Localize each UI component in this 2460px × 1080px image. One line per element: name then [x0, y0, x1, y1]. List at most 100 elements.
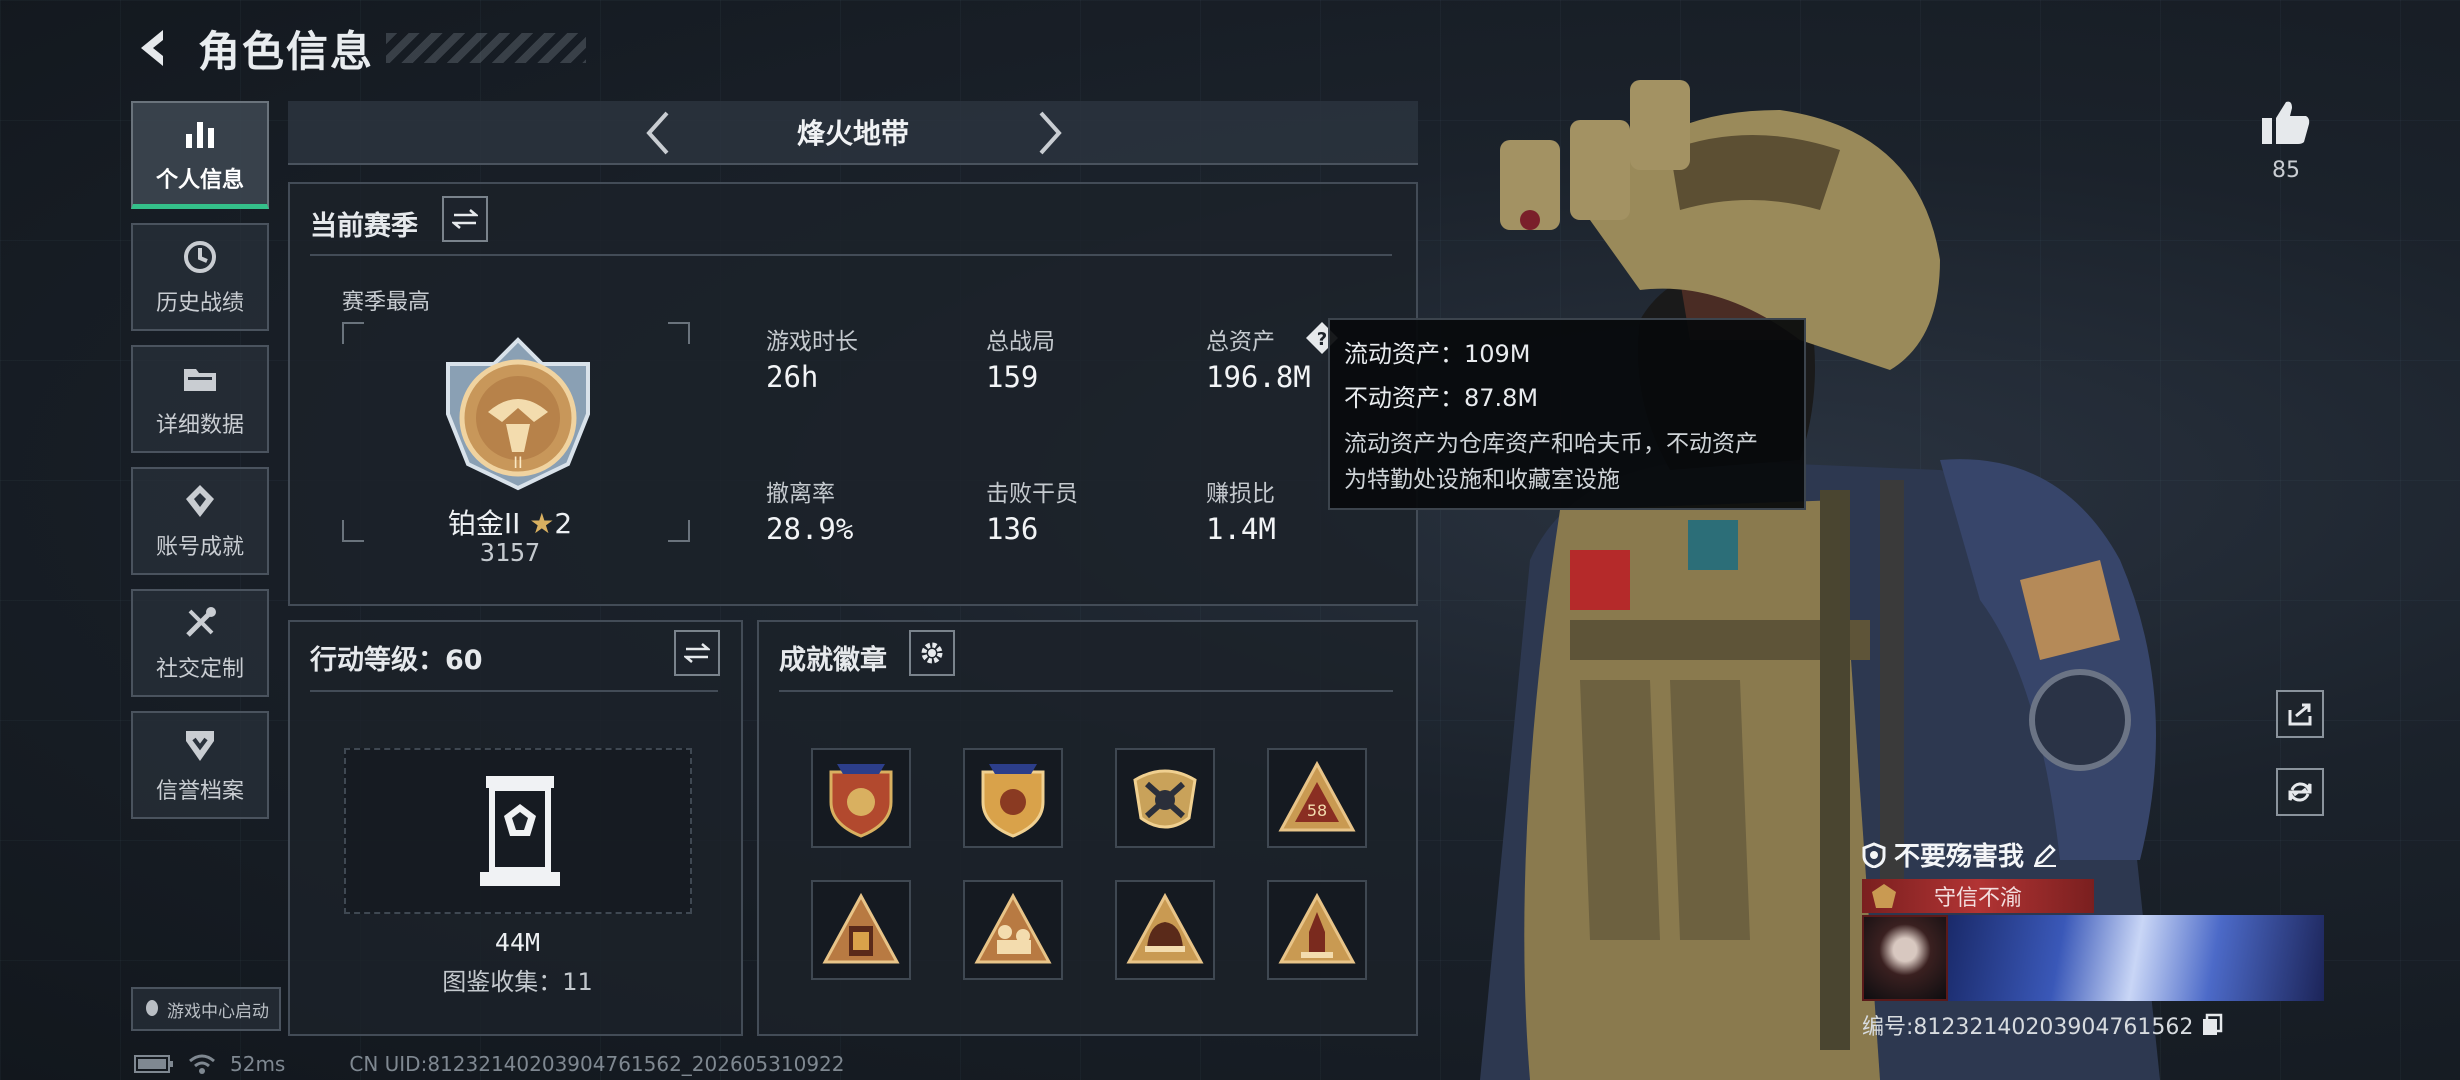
badge-slot-1[interactable] [811, 748, 911, 848]
triangle-58-badge-icon: 58 [1278, 760, 1356, 832]
badge-slot-5[interactable] [811, 880, 911, 980]
sidebar-item-profile[interactable]: 个人信息 [131, 101, 269, 209]
triangle-figures-badge-icon [974, 892, 1052, 964]
sidebar-item-label: 个人信息 [155, 167, 244, 193]
stat-value-extraction-rate: 28.9% [766, 512, 854, 546]
stat-value-playtime: 26h [766, 360, 819, 394]
sidebar-item-credit[interactable]: 信誉档案 [131, 711, 269, 819]
stat-value-profit-ratio: 1.4M [1206, 512, 1276, 546]
badge-slot-2[interactable] [963, 748, 1063, 848]
player-banner[interactable] [1862, 915, 2324, 1001]
action-level-title: 行动等级：60 [310, 645, 483, 676]
triangle-rocket-badge-icon [1278, 892, 1356, 964]
tooltip-description-1: 流动资产为仓库资产和哈夫币，不动资产 [1344, 431, 1758, 457]
badge-58-text: 58 [1307, 801, 1327, 820]
stat-label-profit-ratio: 赚损比 [1206, 481, 1275, 507]
rank-stars: 2 [554, 507, 573, 540]
banner-art [1948, 915, 2324, 1001]
sidebar-item-history[interactable]: 历史战绩 [131, 223, 269, 331]
badge-slot-3[interactable] [1115, 748, 1215, 848]
player-card: 不要殇害我 守信不渝 编号:81232140203904761562 [1862, 836, 2324, 1041]
badge-slot-8[interactable] [1267, 880, 1367, 980]
badges-settings-button[interactable] [909, 630, 955, 676]
collection-count: 图鉴收集：11 [442, 968, 593, 996]
folder-icon [184, 369, 216, 391]
like-button[interactable]: 85 [2258, 98, 2314, 183]
frame-corner [342, 322, 364, 344]
badge-slot-6[interactable] [963, 880, 1063, 980]
like-count: 85 [2272, 158, 2300, 183]
season-title: 当前赛季 [310, 211, 418, 242]
chevron-left-icon [646, 111, 669, 155]
status-bar: 52ms CN UID:81232140203904761562_2026053… [134, 1052, 845, 1076]
tools-icon [186, 607, 216, 637]
sidebar-item-label: 账号成就 [155, 535, 244, 560]
copy-icon[interactable] [2201, 1013, 2223, 1037]
sidebar-item-social[interactable]: 社交定制 [131, 589, 269, 697]
back-arrow-icon [141, 30, 163, 66]
stat-label-playtime: 游戏时长 [766, 329, 858, 355]
player-uid-row: 编号:81232140203904761562 [1862, 1009, 2324, 1041]
player-uid: 编号:81232140203904761562 [1862, 1015, 2194, 1040]
stat-label-extraction-rate: 撤离率 [766, 481, 835, 507]
rank-name: 铂金II [447, 507, 521, 540]
divider [310, 254, 1392, 256]
tooltip-liquid-assets: 流动资产：109M [1344, 340, 1531, 368]
collection-display[interactable] [344, 748, 692, 914]
tooltip-fixed-assets: 不动资产：87.8M [1344, 384, 1539, 412]
share-button[interactable] [2276, 690, 2324, 738]
sidebar-item-label: 社交定制 [155, 657, 244, 682]
sidebar-item-label: 历史战绩 [155, 291, 244, 316]
share-icon [2288, 703, 2312, 726]
svg-text:?: ? [1317, 329, 1327, 350]
action-level-switch-button[interactable] [674, 630, 720, 676]
title-decoration [386, 33, 587, 63]
player-title: 守信不渝 [1933, 886, 2022, 911]
shield-badge-icon [1862, 841, 1886, 868]
sidebar-item-details[interactable]: 详细数据 [131, 345, 269, 453]
tooltip-description-2: 为特勤处设施和收藏室设施 [1344, 467, 1620, 493]
collection-value: 44M [494, 928, 541, 957]
edit-icon[interactable] [2032, 842, 2058, 868]
gear-icon [921, 642, 943, 664]
badge-slot-7[interactable] [1115, 880, 1215, 980]
player-avatar [1862, 915, 1948, 1001]
asset-tooltip: 流动资产：109M 不动资产：87.8M 流动资产为仓库资产和哈夫币，不动资产 … [1328, 318, 1806, 510]
frame-corner [668, 322, 690, 344]
divider [779, 690, 1393, 692]
player-title-bar: 守信不渝 [1862, 879, 2094, 913]
refresh-button[interactable] [2276, 768, 2324, 816]
rank-star-icon: ★ [529, 507, 555, 540]
mode-next-button[interactable] [1026, 109, 1074, 157]
bar-chart-icon [186, 121, 214, 148]
season-best-label: 赛季最高 [342, 290, 431, 315]
player-name: 不要殇害我 [1894, 842, 2025, 872]
wifi-icon [189, 1054, 215, 1074]
back-button[interactable] [130, 23, 180, 73]
stat-label-kills: 击败干员 [986, 481, 1078, 507]
season-switch-button[interactable] [442, 196, 488, 242]
stat-label-assets: 总资产 [1206, 329, 1275, 355]
mode-title: 烽火地带 [796, 117, 909, 150]
season-panel: 当前赛季 赛季最高 II 铂金II ★2 3157 游戏时长 26h 总战局 1… [288, 182, 1418, 606]
stat-value-matches: 159 [986, 360, 1039, 394]
sidebar-item-achievements[interactable]: 账号成就 [131, 467, 269, 575]
frame-corner [668, 520, 690, 542]
achievement-icon [186, 485, 214, 517]
mode-prev-button[interactable] [634, 109, 682, 157]
sidebar-item-label: 详细数据 [155, 413, 244, 438]
badge-slot-4[interactable]: 58 [1267, 748, 1367, 848]
qq-icon [146, 1000, 158, 1016]
gold-shield-stars-badge-icon [981, 764, 1045, 838]
triangle-helmet-badge-icon [1126, 892, 1204, 964]
game-center-label: 游戏中心启动 [167, 1001, 269, 1022]
footer-uid: CN UID:81232140203904761562_202605310922 [349, 1052, 845, 1076]
swap-icon [684, 643, 710, 663]
divider [310, 690, 718, 692]
game-center-button[interactable]: 游戏中心启动 [131, 987, 281, 1031]
triangle-door-badge-icon [822, 892, 900, 964]
showcase-icon [480, 776, 560, 886]
thumbs-up-icon [2262, 101, 2310, 144]
sidebar-item-label: 信誉档案 [155, 779, 244, 804]
ping-text: 52ms [230, 1052, 286, 1076]
